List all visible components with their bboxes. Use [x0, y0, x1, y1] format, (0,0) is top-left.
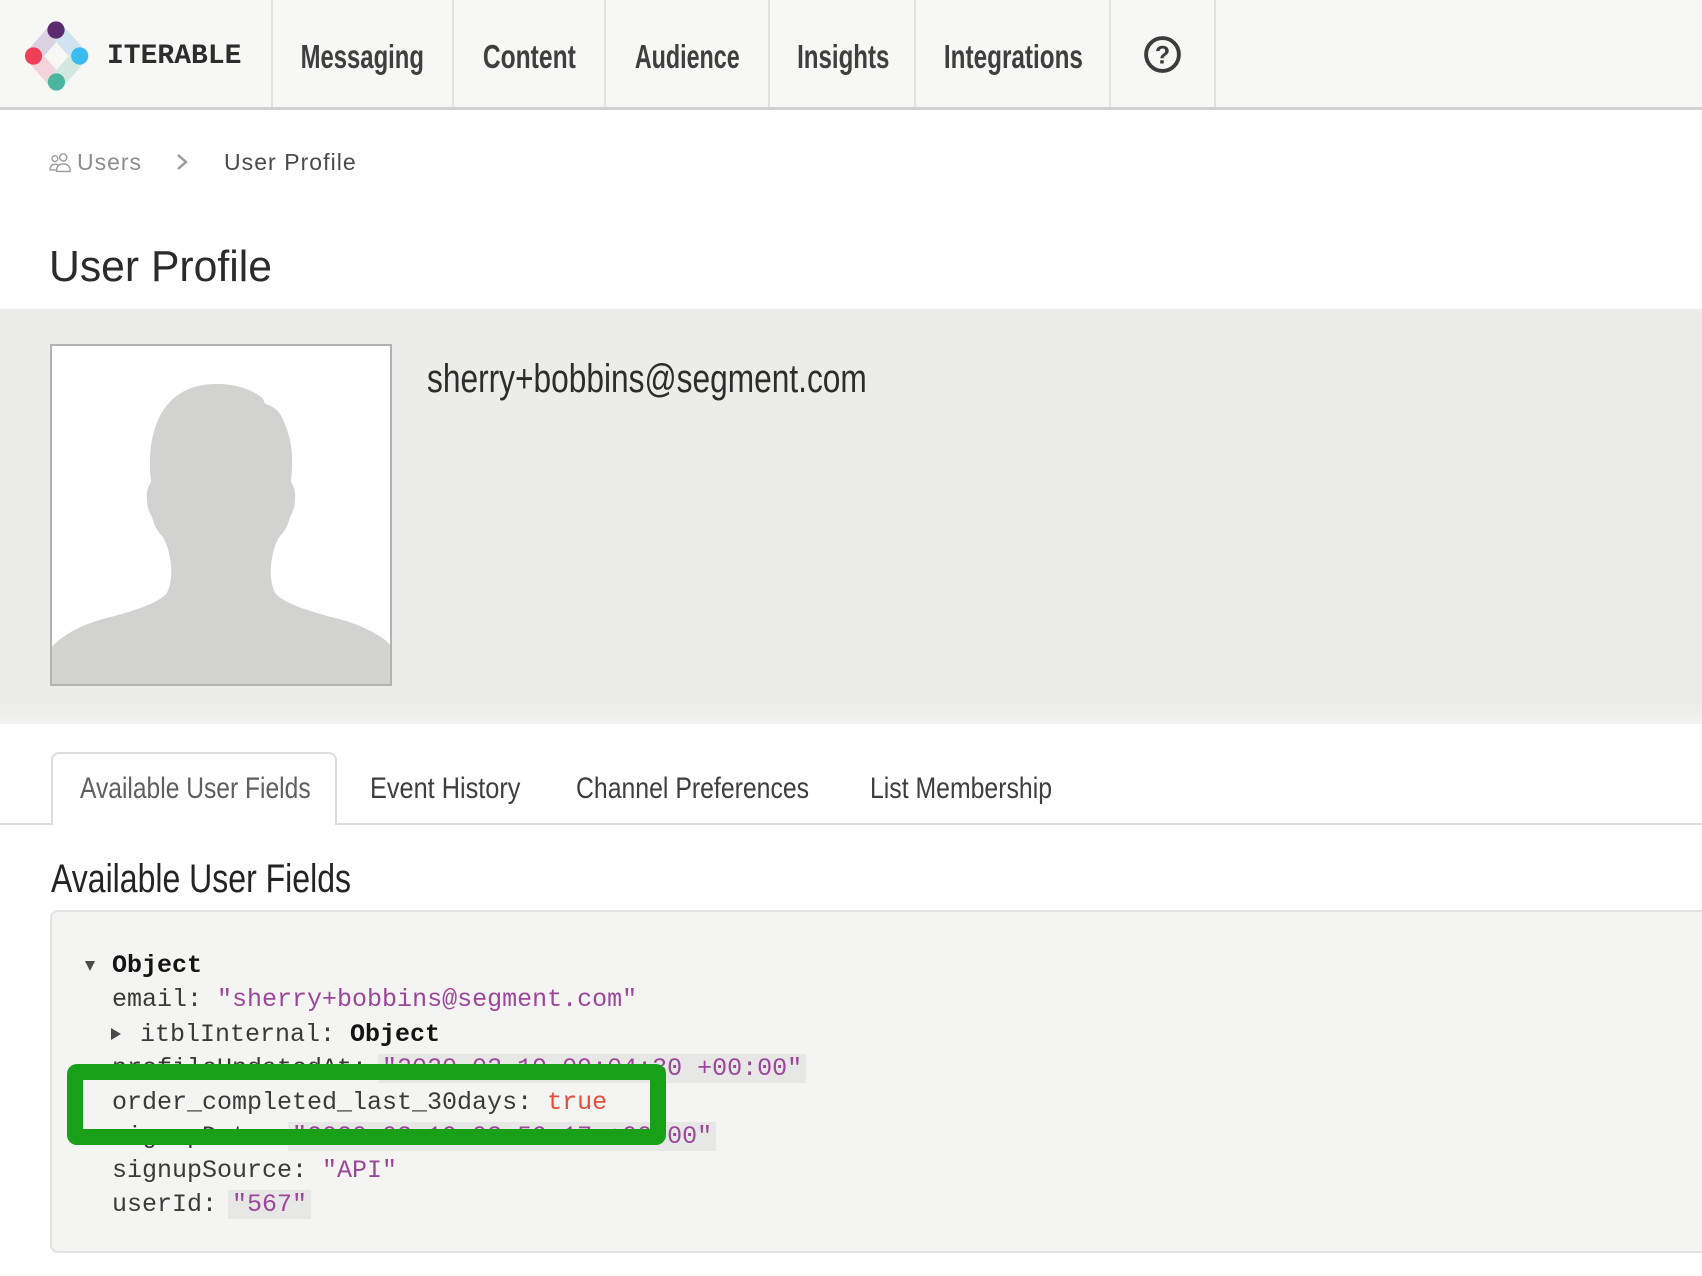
svg-text:?: ?: [1155, 42, 1170, 70]
